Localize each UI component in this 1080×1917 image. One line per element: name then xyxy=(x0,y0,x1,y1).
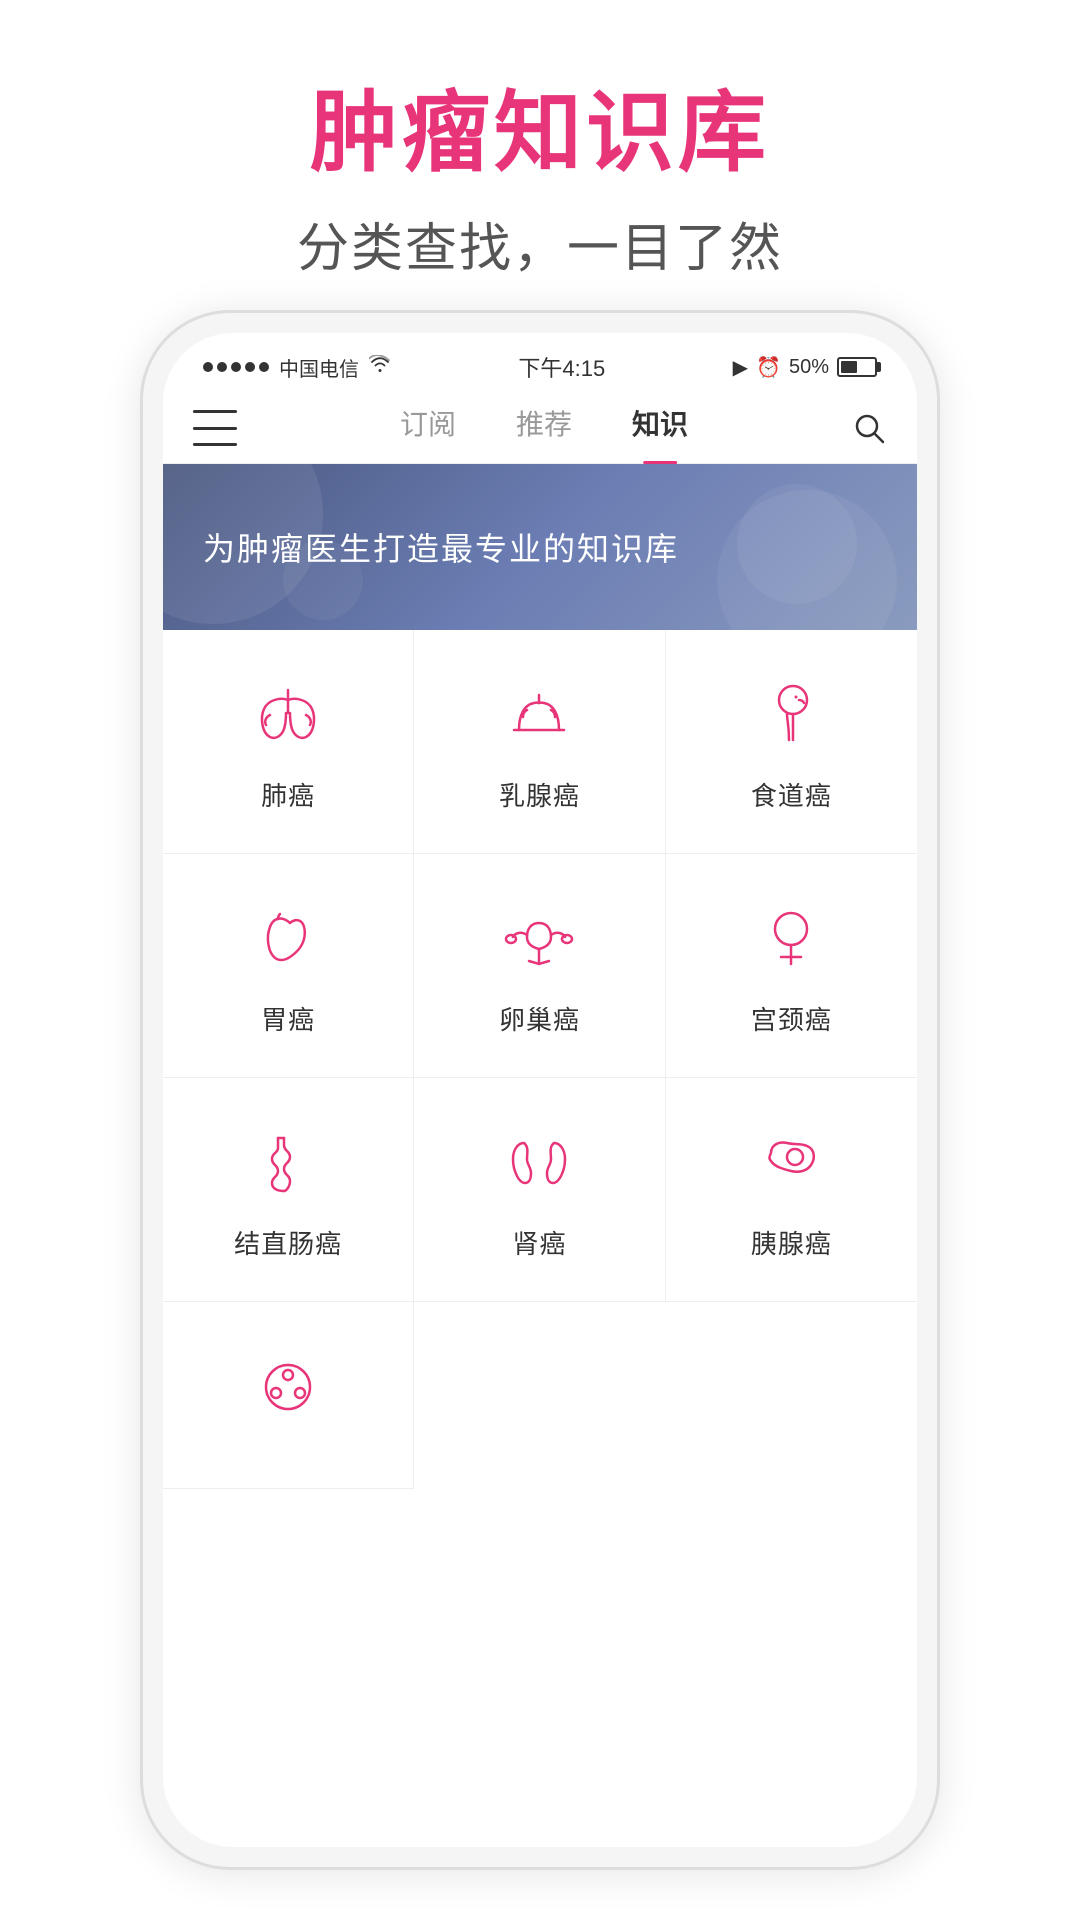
banner-text: 为肿瘤医生打造最专业的知识库 xyxy=(203,524,877,570)
cancer-item-cervix[interactable]: 宫颈癌 xyxy=(666,854,917,1078)
signal-dots xyxy=(203,362,269,372)
pancreas-icon xyxy=(746,1118,836,1208)
alarm-icon: ⏰ xyxy=(756,355,781,380)
esophagus-label: 食道癌 xyxy=(751,776,832,813)
esophagus-icon xyxy=(746,670,836,760)
kidney-label: 肾癌 xyxy=(512,1224,566,1261)
lung-label: 肺癌 xyxy=(261,776,315,813)
battery-pct: 50% xyxy=(789,356,829,379)
stomach-label: 胃癌 xyxy=(261,1000,315,1037)
page-title-sub: 分类查找，一目了然 xyxy=(0,206,1080,281)
status-left: 中国电信 xyxy=(203,353,391,382)
page-header: 肿瘤知识库 分类查找，一目了然 xyxy=(0,0,1080,321)
tab-subscription[interactable]: 订阅 xyxy=(400,403,456,453)
cancer-item-liver[interactable] xyxy=(163,1302,414,1489)
colon-label: 结直肠癌 xyxy=(234,1224,342,1261)
page-title-main: 肿瘤知识库 xyxy=(0,80,1080,186)
nav-bar: 订阅 推荐 知识 xyxy=(163,393,917,464)
ovary-icon xyxy=(494,894,584,984)
colon-icon xyxy=(243,1118,333,1208)
cancer-item-breast[interactable]: 乳腺癌 xyxy=(414,630,665,854)
tab-recommend[interactable]: 推荐 xyxy=(516,403,572,453)
breast-label: 乳腺癌 xyxy=(499,776,580,813)
cancer-item-pancreas[interactable]: 胰腺癌 xyxy=(666,1078,917,1302)
kidney-icon xyxy=(494,1118,584,1208)
liver-icon xyxy=(243,1342,333,1432)
ovary-label: 卵巢癌 xyxy=(499,1000,580,1037)
menu-button[interactable] xyxy=(193,410,237,446)
cancer-item-kidney[interactable]: 肾癌 xyxy=(414,1078,665,1302)
battery-icon xyxy=(837,357,877,377)
search-button[interactable] xyxy=(851,410,887,446)
cancer-item-lung[interactable]: 肺癌 xyxy=(163,630,414,854)
cancer-item-stomach[interactable]: 胃癌 xyxy=(163,854,414,1078)
lung-icon xyxy=(243,670,333,760)
status-bar: 中国电信 下午4:15 ▶ ⏰ 50% xyxy=(163,333,917,393)
phone-frame: 中国电信 下午4:15 ▶ ⏰ 50% xyxy=(140,310,940,1870)
phone-screen: 中国电信 下午4:15 ▶ ⏰ 50% xyxy=(163,333,917,1847)
pancreas-label: 胰腺癌 xyxy=(751,1224,832,1261)
breast-icon xyxy=(494,670,584,760)
tab-knowledge[interactable]: 知识 xyxy=(632,403,688,453)
nav-tabs: 订阅 推荐 知识 xyxy=(237,403,851,453)
cancer-item-ovary[interactable]: 卵巢癌 xyxy=(414,854,665,1078)
status-right: ▶ ⏰ 50% xyxy=(733,355,877,380)
stomach-icon xyxy=(243,894,333,984)
status-time: 下午4:15 xyxy=(518,351,605,383)
cancer-item-esophagus[interactable]: 食道癌 xyxy=(666,630,917,854)
location-icon: ▶ xyxy=(733,355,748,380)
cervix-icon xyxy=(746,894,836,984)
cancer-grid: 肺癌 乳腺癌 xyxy=(163,630,917,1489)
wifi-icon xyxy=(369,355,391,379)
carrier-label: 中国电信 xyxy=(279,353,359,382)
cervix-label: 宫颈癌 xyxy=(751,1000,832,1037)
cancer-item-colon[interactable]: 结直肠癌 xyxy=(163,1078,414,1302)
banner: 为肿瘤医生打造最专业的知识库 xyxy=(163,464,917,630)
